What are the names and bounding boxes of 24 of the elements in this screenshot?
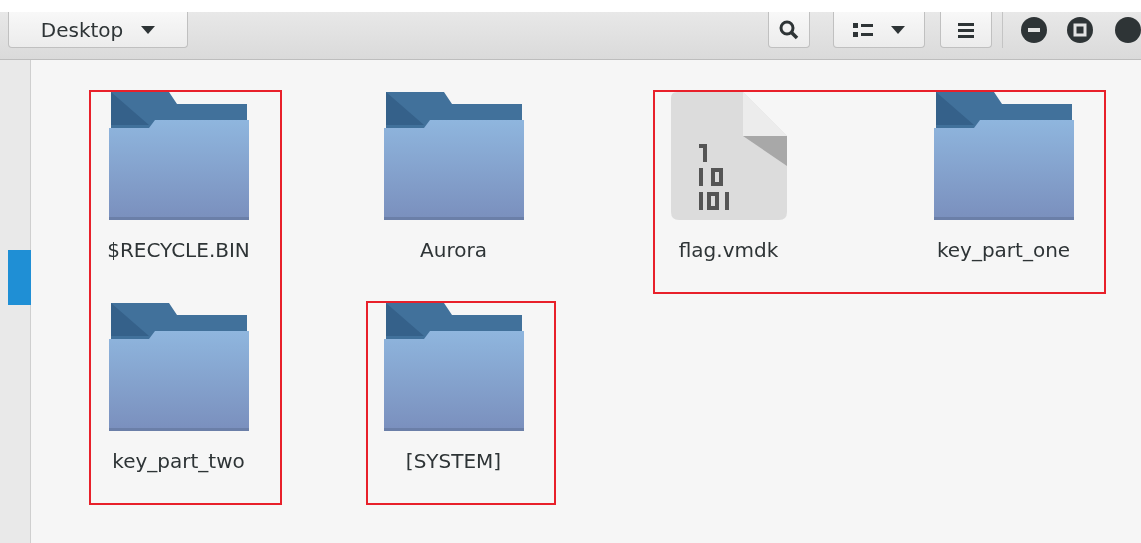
folder-icon (108, 303, 249, 431)
menu-button[interactable] (940, 12, 992, 48)
maximize-icon[interactable] (1067, 17, 1093, 43)
search-button[interactable] (768, 12, 810, 48)
caret-icon (891, 25, 905, 34)
folder-icon (383, 303, 524, 431)
folder-icon (108, 92, 249, 220)
folder-icon (933, 92, 1074, 220)
file-name[interactable]: $RECYCLE.BIN (107, 238, 250, 262)
view-options-button[interactable] (833, 12, 925, 48)
file-name[interactable]: Aurora (420, 238, 487, 262)
caret-icon (141, 25, 156, 34)
location-button[interactable]: Desktop (8, 12, 188, 48)
close-icon[interactable] (1115, 17, 1141, 43)
file-name[interactable]: key_part_one (936, 238, 1071, 262)
file-name[interactable]: flag.vmdk (678, 238, 779, 262)
search-icon (779, 19, 799, 40)
folder-icon (383, 92, 524, 220)
file-name[interactable]: [SYSTEM] (405, 449, 502, 473)
minimize-icon[interactable] (1021, 17, 1047, 43)
menu-icon (958, 21, 974, 38)
binary-file-icon (670, 92, 787, 220)
file-name[interactable]: key_part_two (112, 449, 245, 473)
list-icon (853, 22, 873, 37)
